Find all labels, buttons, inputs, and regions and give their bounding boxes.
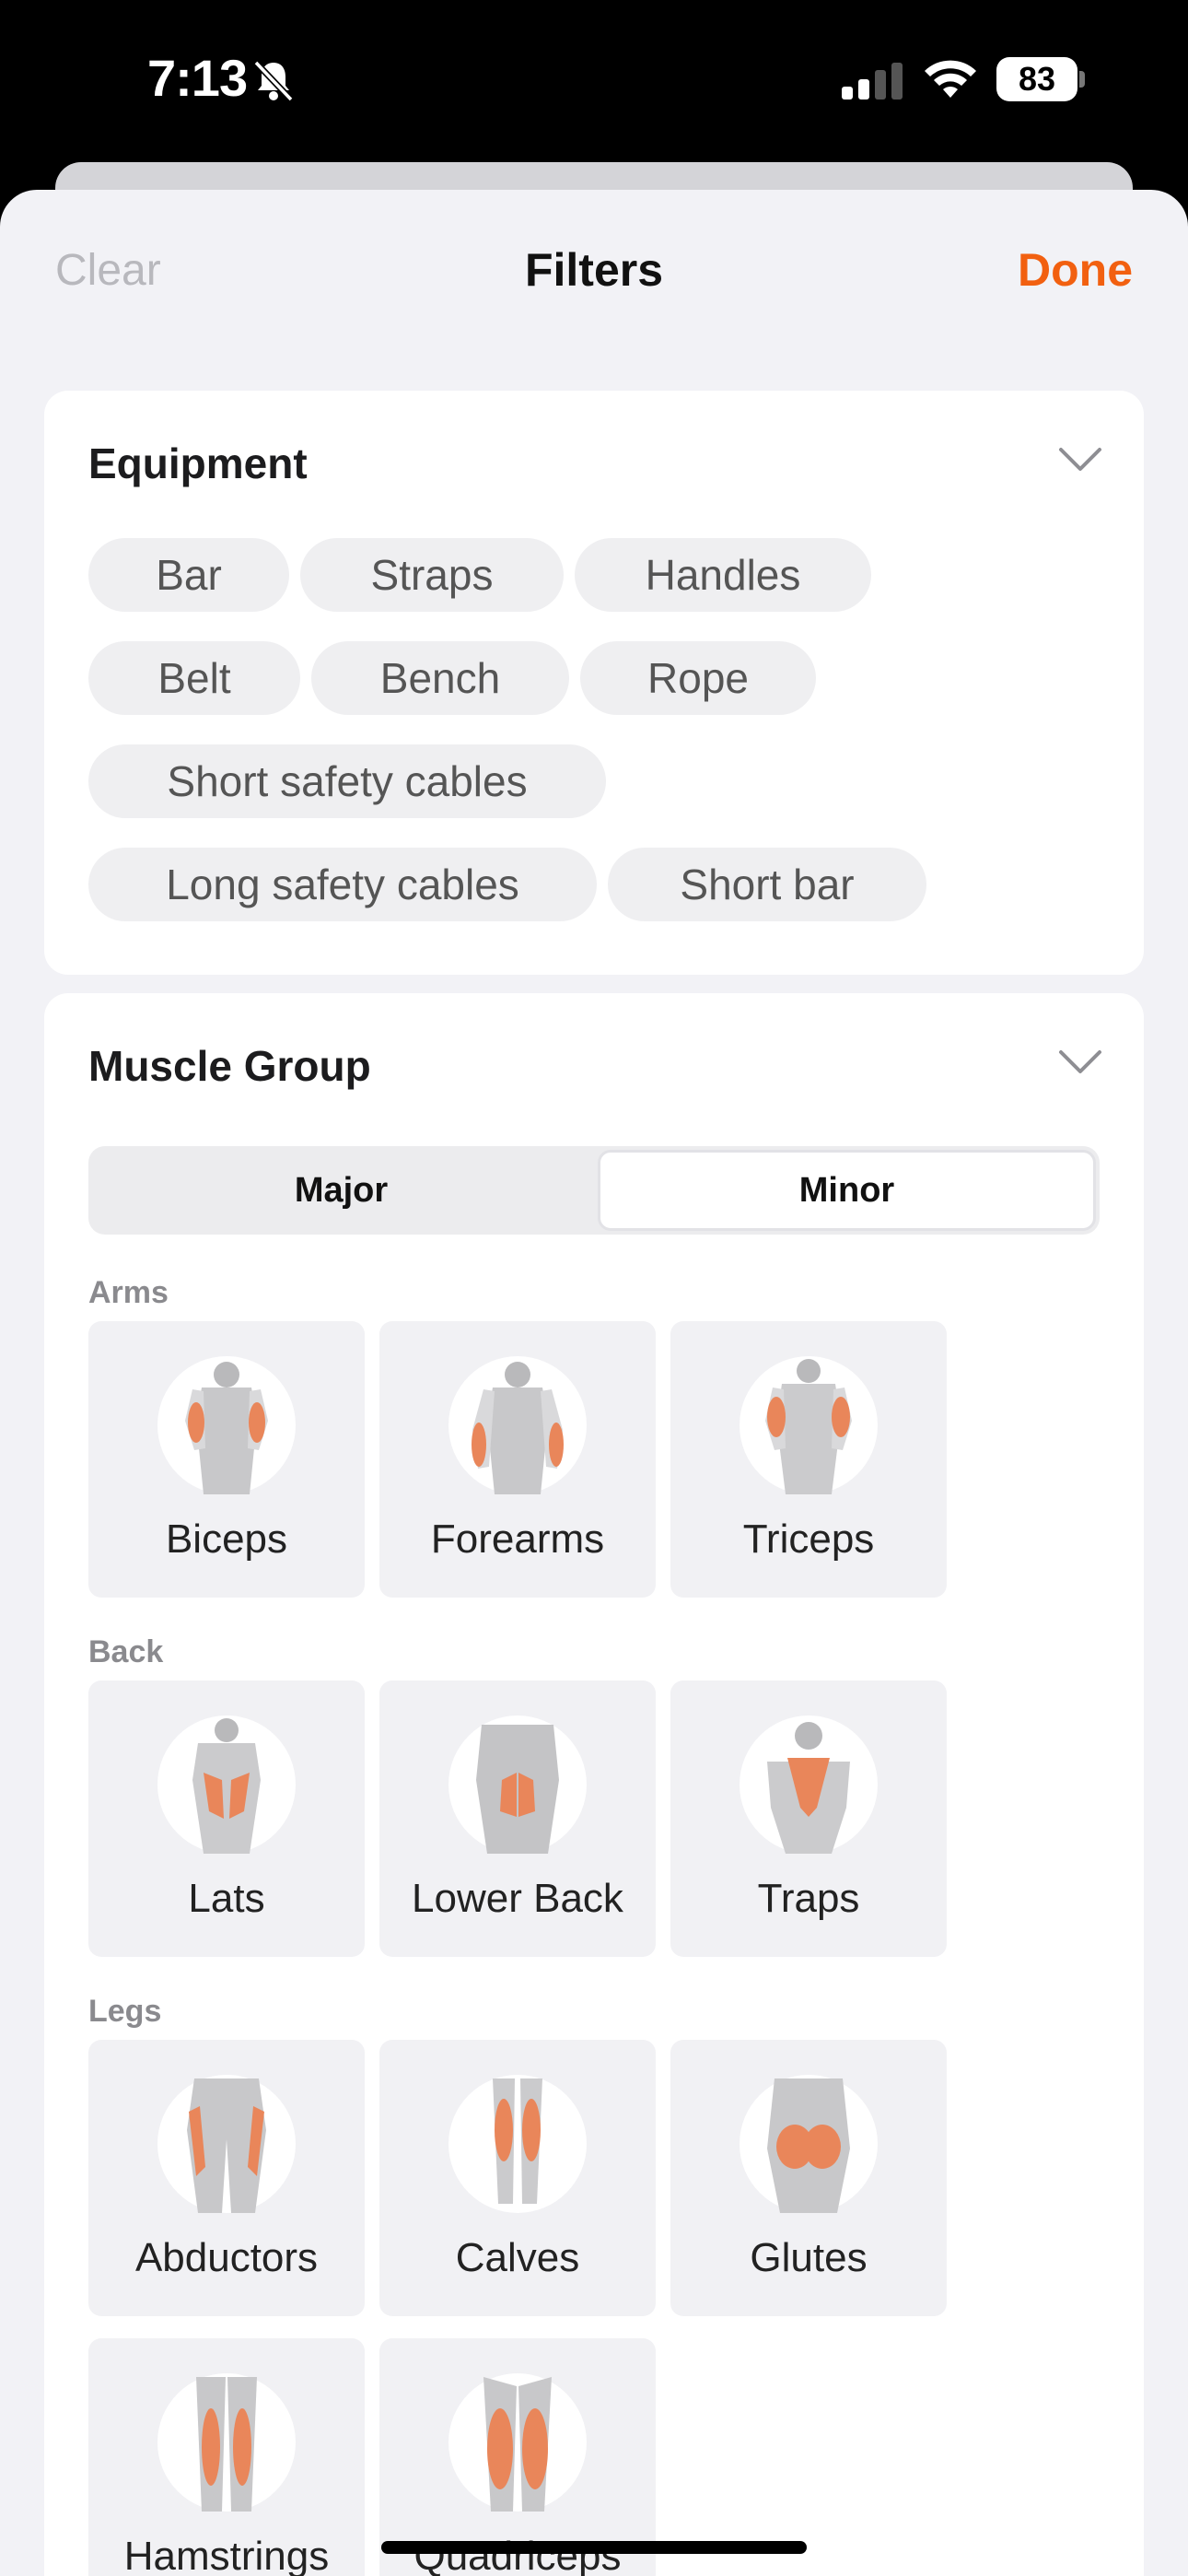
muscle-tile-abductors[interactable]: Abductors <box>88 2040 365 2316</box>
muscle-tile-hamstrings[interactable]: Hamstrings <box>88 2338 365 2576</box>
muscle-label: Abductors <box>134 2235 319 2280</box>
chip-belt[interactable]: Belt <box>88 641 300 715</box>
lats-icon <box>157 1715 296 1854</box>
muscle-label: Forearms <box>430 1516 605 1562</box>
chip-long-safety-cables[interactable]: Long safety cables <box>88 848 597 921</box>
muscle-group-section: Muscle Group Major Minor Arms Biceps For… <box>44 993 1144 2576</box>
muscle-group-title: Muscle Group <box>88 1042 371 1090</box>
wifi-icon <box>925 60 976 98</box>
chip-rope[interactable]: Rope <box>580 641 816 715</box>
chip-handles[interactable]: Handles <box>575 538 871 612</box>
glutes-icon <box>740 2075 878 2213</box>
muscle-tile-lower-back[interactable]: Lower Back <box>379 1680 656 1957</box>
muscle-tile-calves[interactable]: Calves <box>379 2040 656 2316</box>
chip-bench[interactable]: Bench <box>311 641 569 715</box>
muscle-label: Biceps <box>165 1516 288 1562</box>
section-label-back: Back <box>88 1634 164 1669</box>
segment-minor[interactable]: Minor <box>598 1150 1096 1231</box>
chevron-down-icon[interactable] <box>1057 1047 1103 1076</box>
hamstrings-icon <box>157 2373 296 2512</box>
done-button[interactable]: Done <box>1018 243 1133 297</box>
chip-short-bar[interactable]: Short bar <box>608 848 926 921</box>
equipment-title: Equipment <box>88 439 308 487</box>
abductors-icon <box>157 2075 296 2213</box>
muscle-label: Lower Back <box>412 1876 623 1921</box>
segment-major[interactable]: Major <box>92 1150 590 1231</box>
equipment-section: Equipment Bar Straps Handles Belt Bench … <box>44 391 1144 975</box>
triceps-icon <box>740 1356 878 1494</box>
quadriceps-icon <box>448 2373 587 2512</box>
muscle-tile-traps[interactable]: Traps <box>670 1680 947 1957</box>
battery-cap <box>1079 71 1085 88</box>
traps-icon <box>740 1715 878 1854</box>
muscle-label: Lats <box>188 1876 265 1921</box>
section-label-legs: Legs <box>88 1994 162 2029</box>
chip-bar[interactable]: Bar <box>88 538 289 612</box>
lower-back-icon <box>448 1715 587 1854</box>
muscle-label: Triceps <box>742 1516 875 1562</box>
muscle-label: Quadriceps <box>413 2534 622 2576</box>
muscle-tile-triceps[interactable]: Triceps <box>670 1321 947 1598</box>
status-time: 7:13 <box>147 49 248 107</box>
muscle-label: Glutes <box>750 2235 868 2280</box>
battery-level: 83 <box>996 57 1077 101</box>
chevron-down-icon[interactable] <box>1057 444 1103 474</box>
muscle-label: Calves <box>455 2235 580 2280</box>
status-bar: 7:13 83 <box>0 0 1188 166</box>
biceps-icon <box>157 1356 296 1494</box>
section-label-arms: Arms <box>88 1275 169 1310</box>
muscle-tile-lats[interactable]: Lats <box>88 1680 365 1957</box>
chip-short-safety-cables[interactable]: Short safety cables <box>88 744 606 818</box>
cellular-signal-icon <box>842 63 903 100</box>
home-indicator[interactable] <box>381 2541 807 2554</box>
muscle-label: Traps <box>757 1876 860 1921</box>
muscle-tile-glutes[interactable]: Glutes <box>670 2040 947 2316</box>
muscle-tile-forearms[interactable]: Forearms <box>379 1321 656 1598</box>
battery-indicator: 83 <box>996 57 1085 101</box>
muscle-tile-biceps[interactable]: Biceps <box>88 1321 365 1598</box>
chip-straps[interactable]: Straps <box>300 538 564 612</box>
page-title: Filters <box>524 244 664 296</box>
calves-icon <box>448 2075 587 2213</box>
filters-sheet: Clear Filters Done Equipment Bar Straps … <box>0 190 1188 2576</box>
segmented-control: Major Minor <box>88 1146 1100 1235</box>
bell-slash-icon <box>253 60 294 102</box>
muscle-label: Hamstrings <box>123 2534 330 2576</box>
forearms-icon <box>448 1356 587 1494</box>
